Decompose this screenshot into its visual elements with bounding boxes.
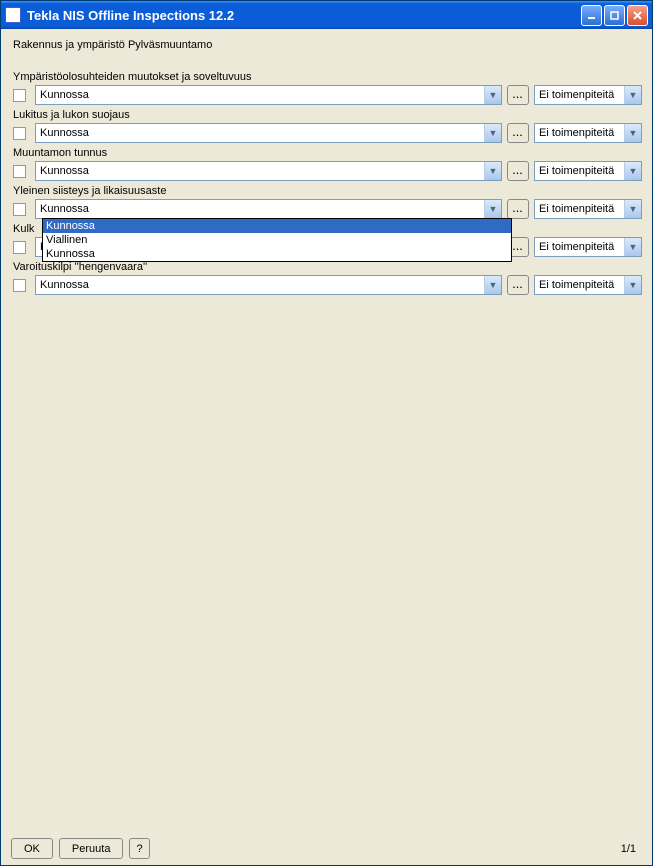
ellipsis-button[interactable]: ... [507, 161, 529, 181]
chevron-down-icon: ▼ [484, 86, 501, 104]
maximize-button[interactable] [604, 5, 625, 26]
page-heading: Rakennus ja ympäristö Pylväsmuuntamo [11, 37, 642, 69]
field-row: Kunnossa ▼ ... Ei toimenpiteitä ▼ [11, 123, 642, 143]
ok-button[interactable]: OK [11, 838, 53, 859]
combo-text: Ei toimenpiteitä [535, 165, 624, 177]
action-combo[interactable]: Ei toimenpiteitä ▼ [534, 85, 642, 105]
client-area: Rakennus ja ympäristö Pylväsmuuntamo Ymp… [1, 29, 652, 865]
combo-text: Ei toimenpiteitä [535, 203, 624, 215]
chevron-down-icon: ▼ [484, 276, 501, 294]
field-row: Kunnossa ▼ ... Ei toimenpiteitä ▼ [11, 161, 642, 181]
app-icon [5, 7, 21, 23]
chevron-down-icon: ▼ [624, 238, 641, 256]
chevron-down-icon: ▼ [624, 276, 641, 294]
ellipsis-button[interactable]: ... [507, 275, 529, 295]
checkbox[interactable] [13, 89, 26, 102]
field-row: Kunnossa ▼ ... Ei toimenpiteitä ▼ Kunnos… [11, 199, 642, 219]
field-label: Lukitus ja lukon suojaus [11, 107, 642, 123]
dropdown-list: Kunnossa Viallinen Kunnossa [42, 218, 512, 262]
status-combo-open[interactable]: Kunnossa ▼ [35, 199, 502, 219]
combo-text: Ei toimenpiteitä [535, 241, 624, 253]
chevron-down-icon: ▼ [624, 86, 641, 104]
field-label: Yleinen siisteys ja likaisuusaste [11, 183, 642, 199]
action-combo[interactable]: Ei toimenpiteitä ▼ [534, 123, 642, 143]
window-title: Tekla NIS Offline Inspections 12.2 [27, 8, 581, 23]
field-label: Muuntamon tunnus [11, 145, 642, 161]
dropdown-item[interactable]: Viallinen [43, 233, 511, 247]
chevron-down-icon: ▼ [624, 200, 641, 218]
checkbox[interactable] [13, 241, 26, 254]
chevron-down-icon: ▼ [624, 124, 641, 142]
status-combo[interactable]: Kunnossa ▼ [35, 275, 502, 295]
checkbox[interactable] [13, 203, 26, 216]
ellipsis-button[interactable]: ... [507, 199, 529, 219]
dropdown-item[interactable]: Kunnossa [43, 219, 511, 233]
checkbox[interactable] [13, 279, 26, 292]
field-row: Kunnossa ▼ ... Ei toimenpiteitä ▼ [11, 275, 642, 295]
field-label: Ympäristöolosuhteiden muutokset ja sovel… [11, 69, 642, 85]
action-combo[interactable]: Ei toimenpiteitä ▼ [534, 199, 642, 219]
chevron-down-icon: ▼ [484, 200, 501, 218]
titlebar[interactable]: Tekla NIS Offline Inspections 12.2 [1, 1, 652, 29]
combo-text: Ei toimenpiteitä [535, 89, 624, 101]
combo-text: Ei toimenpiteitä [535, 279, 624, 291]
footer: OK Peruuta ? 1/1 [11, 834, 642, 859]
action-combo[interactable]: Ei toimenpiteitä ▼ [534, 237, 642, 257]
chevron-down-icon: ▼ [484, 124, 501, 142]
ellipsis-button[interactable]: ... [507, 123, 529, 143]
combo-text: Kunnossa [36, 165, 484, 177]
ellipsis-button[interactable]: ... [507, 85, 529, 105]
chevron-down-icon: ▼ [484, 162, 501, 180]
field-row: Kunnossa ▼ ... Ei toimenpiteitä ▼ [11, 85, 642, 105]
combo-text: Ei toimenpiteitä [535, 127, 624, 139]
checkbox[interactable] [13, 165, 26, 178]
minimize-button[interactable] [581, 5, 602, 26]
checkbox[interactable] [13, 127, 26, 140]
action-combo[interactable]: Ei toimenpiteitä ▼ [534, 161, 642, 181]
action-combo[interactable]: Ei toimenpiteitä ▼ [534, 275, 642, 295]
status-combo[interactable]: Kunnossa ▼ [35, 161, 502, 181]
help-button[interactable]: ? [129, 838, 149, 859]
cancel-button[interactable]: Peruuta [59, 838, 124, 859]
combo-text: Kunnossa [36, 89, 484, 101]
close-button[interactable] [627, 5, 648, 26]
combo-text: Kunnossa [36, 203, 484, 215]
status-combo[interactable]: Kunnossa ▼ [35, 85, 502, 105]
combo-text: Kunnossa [36, 279, 484, 291]
chevron-down-icon: ▼ [624, 162, 641, 180]
page-indicator: 1/1 [621, 843, 642, 855]
status-combo[interactable]: Kunnossa ▼ [35, 123, 502, 143]
window-buttons [581, 5, 648, 26]
app-window: Tekla NIS Offline Inspections 12.2 Raken… [0, 0, 653, 866]
combo-text: Kunnossa [36, 127, 484, 139]
dropdown-item[interactable]: Kunnossa [43, 247, 511, 261]
